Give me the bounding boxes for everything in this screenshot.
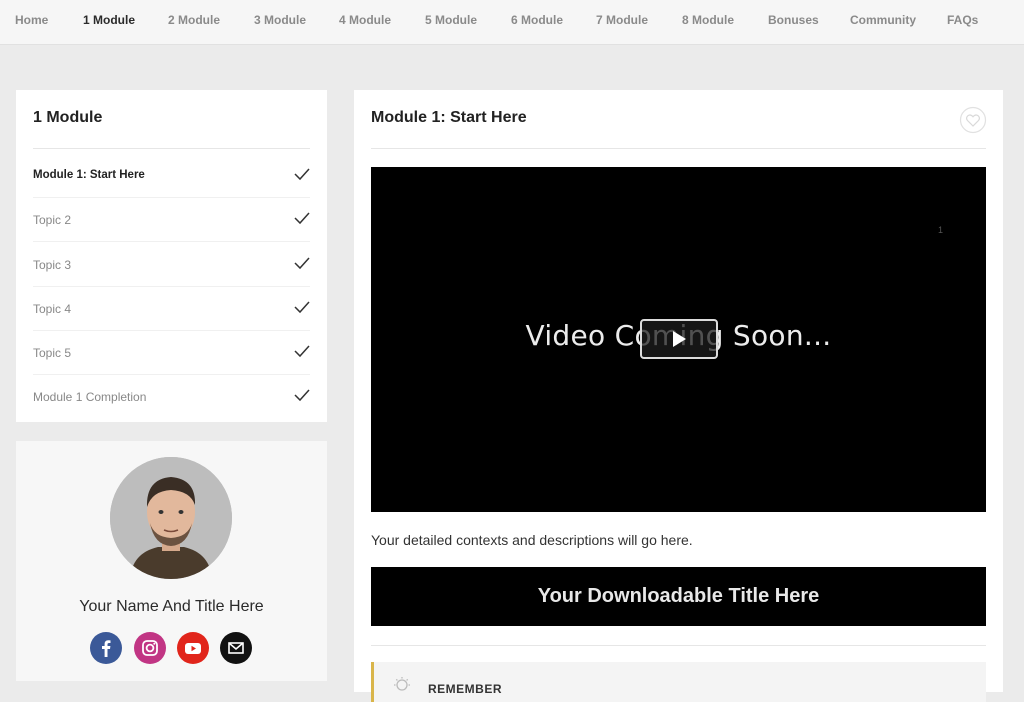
remember-callout: REMEMBER: [371, 662, 986, 702]
nav-module-3[interactable]: 3 Module: [254, 13, 306, 27]
email-icon[interactable]: [220, 632, 252, 664]
nav-bonuses[interactable]: Bonuses: [768, 13, 819, 27]
video-mark: 1: [938, 225, 944, 235]
avatar: [110, 457, 232, 579]
lightbulb-icon: [394, 677, 410, 691]
lesson-label: Topic 5: [33, 346, 72, 360]
nav-module-4[interactable]: 4 Module: [339, 13, 391, 27]
facebook-icon[interactable]: [90, 632, 122, 664]
checkmark-icon: [294, 212, 310, 225]
checkmark-icon: [294, 257, 310, 270]
author-profile-card: Your Name And Title Here: [16, 441, 327, 681]
nav-module-1[interactable]: 1 Module: [83, 13, 135, 27]
divider: [371, 645, 986, 646]
favorite-heart-icon[interactable]: [959, 106, 987, 134]
nav-module-8[interactable]: 8 Module: [682, 13, 734, 27]
lesson-label: Topic 3: [33, 258, 72, 272]
lesson-item[interactable]: Topic 2: [33, 197, 310, 242]
lesson-item[interactable]: Topic 4: [33, 286, 310, 331]
download-button[interactable]: Your Downloadable Title Here: [371, 567, 986, 626]
divider: [371, 148, 986, 149]
lesson-item[interactable]: Topic 3: [33, 242, 310, 287]
lesson-description: Your detailed contexts and descriptions …: [371, 532, 693, 548]
checkmark-icon: [294, 168, 310, 181]
nav-faqs[interactable]: FAQs: [947, 13, 978, 27]
module-sidebar: 1 Module Module 1: Start Here Topic 2 To…: [16, 90, 327, 422]
checkmark-icon: [294, 301, 310, 314]
nav-module-5[interactable]: 5 Module: [425, 13, 477, 27]
lesson-item[interactable]: Topic 5: [33, 330, 310, 375]
nav-home[interactable]: Home: [15, 13, 48, 27]
nav-module-7[interactable]: 7 Module: [596, 13, 648, 27]
checkmark-icon: [294, 345, 310, 358]
instagram-icon[interactable]: [134, 632, 166, 664]
author-photo: [110, 457, 232, 579]
nav-community[interactable]: Community: [850, 13, 916, 27]
lesson-label: Topic 2: [33, 213, 72, 227]
youtube-icon[interactable]: [177, 632, 209, 664]
checkmark-icon: [294, 389, 310, 402]
lesson-item[interactable]: Module 1: Start Here: [33, 153, 310, 198]
sidebar-title: 1 Module: [33, 109, 103, 126]
author-name: Your Name And Title Here: [79, 598, 264, 615]
play-icon: [673, 331, 686, 347]
nav-module-6[interactable]: 6 Module: [511, 13, 563, 27]
top-navigation: Home 1 Module 2 Module 3 Module 4 Module…: [0, 0, 1024, 45]
lesson-item[interactable]: Module 1 Completion: [33, 374, 310, 418]
lesson-title: Module 1: Start Here: [371, 109, 527, 126]
lesson-label: Module 1: Start Here: [33, 169, 145, 181]
nav-module-2[interactable]: 2 Module: [168, 13, 220, 27]
lesson-content: Module 1: Start Here 1 Video Coming Soon…: [354, 90, 1003, 702]
play-button[interactable]: [640, 319, 718, 359]
video-player[interactable]: 1 Video Coming Soon...: [371, 167, 986, 512]
lesson-label: Module 1 Completion: [33, 390, 147, 404]
divider: [33, 148, 310, 149]
remember-label: REMEMBER: [428, 682, 503, 696]
lesson-label: Topic 4: [33, 302, 72, 316]
